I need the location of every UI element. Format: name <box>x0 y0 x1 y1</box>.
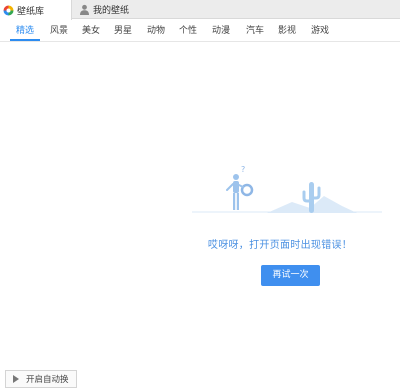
category-personality[interactable]: 个性 <box>173 20 203 42</box>
retry-button[interactable]: 再试一次 <box>261 265 320 286</box>
pinwheel-logo-icon <box>3 5 14 16</box>
category-nav: 精选 风景 美女 男星 动物 个性 动漫 汽车 影视 游戏 <box>0 20 400 42</box>
auto-switch-label: 开启自动换 <box>26 375 69 385</box>
error-illustration: ? <box>192 164 382 220</box>
tab-label: 壁纸库 <box>17 6 45 17</box>
category-film[interactable]: 影视 <box>272 20 302 42</box>
category-animals[interactable]: 动物 <box>141 20 171 42</box>
play-icon <box>13 375 19 383</box>
category-scenery[interactable]: 风景 <box>44 20 74 42</box>
active-category-underline <box>10 39 40 41</box>
category-male-stars[interactable]: 男星 <box>108 20 138 42</box>
user-icon <box>79 4 90 15</box>
svg-text:?: ? <box>241 165 245 174</box>
tab-label: 我的壁纸 <box>93 6 130 16</box>
category-beauty[interactable]: 美女 <box>76 20 106 42</box>
auto-switch-button[interactable]: 开启自动换 <box>5 370 77 388</box>
tab-bar: 壁纸库 我的壁纸 <box>0 0 400 20</box>
tab-wallpaper-library[interactable]: 壁纸库 <box>0 0 72 20</box>
category-anime[interactable]: 动漫 <box>206 20 236 42</box>
error-message: 哎呀呀，打开页面时出现错误！ <box>207 240 353 251</box>
tab-my-wallpapers[interactable]: 我的壁纸 <box>76 0 166 19</box>
category-cars[interactable]: 汽车 <box>240 20 270 42</box>
category-games[interactable]: 游戏 <box>305 20 335 42</box>
